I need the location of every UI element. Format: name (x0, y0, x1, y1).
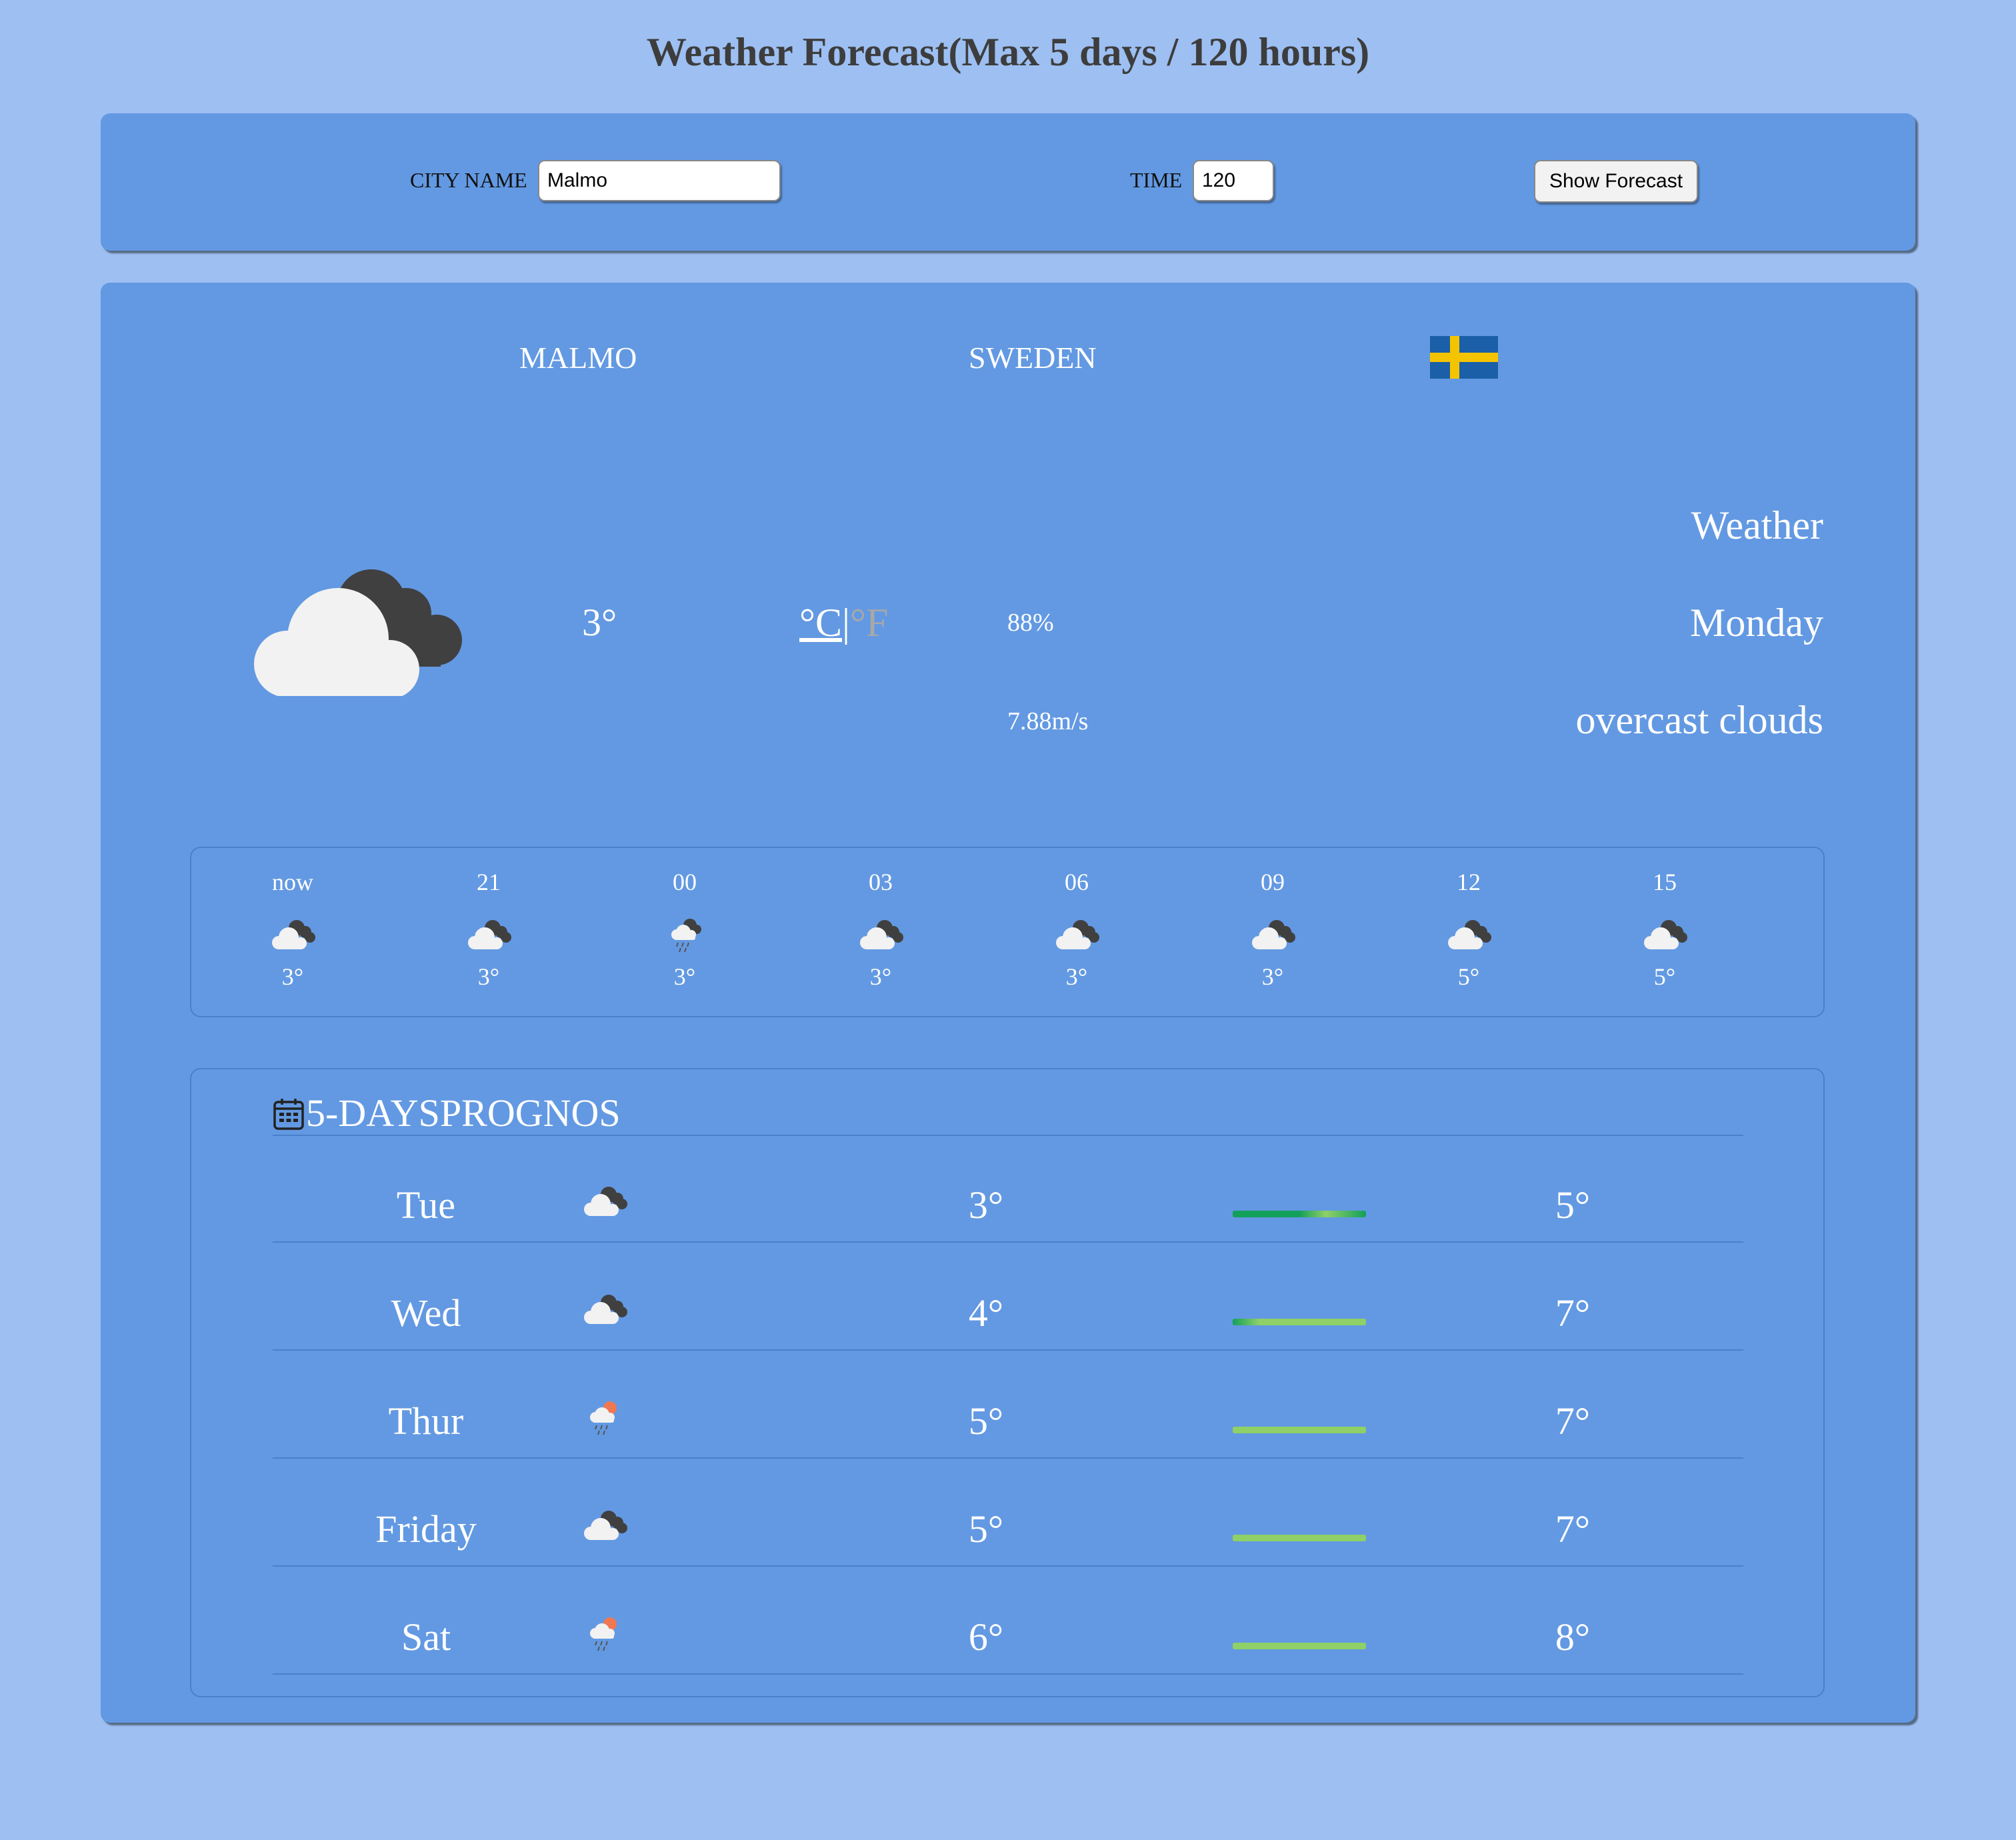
divider (273, 1241, 1743, 1243)
sweden-flag-icon (1430, 336, 1498, 379)
overcast-clouds-icon (254, 569, 462, 696)
unit-toggle: °C|°F (799, 600, 888, 646)
overcast-clouds-icon (584, 1511, 627, 1540)
celsius-unit[interactable]: °C (799, 601, 842, 645)
overcast-clouds-icon (860, 920, 903, 949)
day-max-temperature: 8° (1555, 1615, 1591, 1659)
daily-row: Thur 5° 7° (273, 1352, 1743, 1459)
current-temperature: 3° (582, 601, 617, 644)
day-min-temperature: 3° (968, 1183, 1004, 1227)
temperature-range-bar (1233, 1643, 1366, 1649)
day-name: Wed (391, 1291, 461, 1335)
overcast-clouds-icon (1056, 920, 1099, 949)
day-min-temperature: 5° (968, 1399, 1004, 1443)
day-max-temperature: 7° (1555, 1291, 1591, 1335)
divider (273, 1457, 1743, 1459)
divider (273, 1349, 1743, 1351)
day-min-temperature: 4° (968, 1291, 1004, 1335)
hourly-temperature: 3° (1261, 963, 1284, 990)
hourly-time: 00 (673, 869, 697, 895)
hourly-temperature: 5° (1653, 963, 1676, 990)
country-title: SWEDEN (969, 341, 1097, 375)
time-input[interactable] (1193, 160, 1274, 201)
overcast-clouds-icon (1252, 920, 1295, 949)
daily-forecast: 5-DAYSPROGNOS Tue 3° 5° Wed 4° 7° Thur 5… (190, 1068, 1825, 1697)
daily-row: Sat 6° 8° (273, 1568, 1743, 1675)
hourly-time: 09 (1261, 869, 1285, 895)
day-min-temperature: 5° (968, 1507, 1004, 1551)
city-name-input[interactable] (538, 160, 781, 201)
wind-value: 7.88m/s (1007, 707, 1089, 735)
overcast-clouds-icon (584, 1295, 627, 1324)
current-day: Monday (1690, 601, 1823, 645)
hourly-time: 03 (869, 869, 893, 895)
overcast-clouds-icon (1644, 920, 1687, 949)
fahrenheit-unit[interactable]: °F (850, 601, 888, 645)
overcast-clouds-icon (272, 920, 315, 949)
page-title: Weather Forecast(Max 5 days / 120 hours) (646, 30, 1370, 74)
city-name-label: CITY NAME (410, 168, 527, 192)
hourly-time: 21 (477, 869, 501, 895)
search-panel: CITY NAME TIME Show Forecast (101, 113, 1915, 251)
hourly-temperature: 3° (477, 963, 500, 990)
daily-row: Wed 4° 7° (273, 1244, 1743, 1351)
day-name: Friday (375, 1507, 477, 1551)
divider (273, 1673, 1743, 1675)
hourly-temperature: 5° (1457, 963, 1480, 990)
temperature-range-bar (1233, 1535, 1366, 1541)
hourly-time: 12 (1457, 869, 1481, 895)
day-name: Tue (396, 1183, 456, 1227)
temperature-range-bar (1233, 1427, 1366, 1433)
hourly-temperature: 3° (673, 963, 696, 990)
overcast-clouds-icon (584, 1187, 627, 1216)
weather-description: overcast clouds (1575, 698, 1823, 742)
day-max-temperature: 5° (1555, 1183, 1591, 1227)
hourly-temperature: 3° (1065, 963, 1088, 990)
day-max-temperature: 7° (1555, 1507, 1591, 1551)
unit-separator: | (842, 601, 851, 645)
show-forecast-button[interactable]: Show Forecast (1534, 160, 1698, 203)
day-name: Sat (401, 1615, 451, 1659)
weather-label: Weather (1691, 503, 1823, 547)
day-name: Thur (388, 1399, 464, 1443)
temperature-range-bar (1233, 1319, 1366, 1325)
hourly-time: now (272, 869, 313, 895)
forecast-panel: MALMO SWEDEN 3° °C|°F 88% 7.88m/s Weathe… (101, 283, 1915, 1723)
overcast-clouds-icon (468, 920, 511, 949)
day-max-temperature: 7° (1555, 1399, 1591, 1443)
daily-row: Friday 5° 7° (273, 1460, 1743, 1567)
divider (273, 1565, 1743, 1567)
daily-title: 5-DAYSPROGNOS (306, 1091, 621, 1135)
sun-rain-icon (590, 1401, 617, 1435)
temperature-range-bar (1233, 1211, 1366, 1217)
calendar-icon (273, 1099, 304, 1130)
hourly-time: 06 (1065, 869, 1089, 895)
day-min-temperature: 6° (968, 1615, 1004, 1659)
time-label: TIME (1130, 168, 1183, 192)
city-title: MALMO (519, 341, 637, 375)
sun-rain-icon (590, 1617, 617, 1651)
hourly-temperature: 3° (281, 963, 304, 990)
hourly-temperature: 3° (869, 963, 892, 990)
rain-clouds-icon (671, 919, 701, 953)
daily-row: Tue 3° 5° (273, 1136, 1743, 1243)
hourly-time: 15 (1653, 869, 1677, 895)
humidity-value: 88% (1007, 609, 1054, 637)
hourly-forecast: now 3° 21 3° 00 3° 03 3° 06 3° 09 3° 12 … (190, 847, 1825, 1017)
overcast-clouds-icon (1448, 920, 1491, 949)
